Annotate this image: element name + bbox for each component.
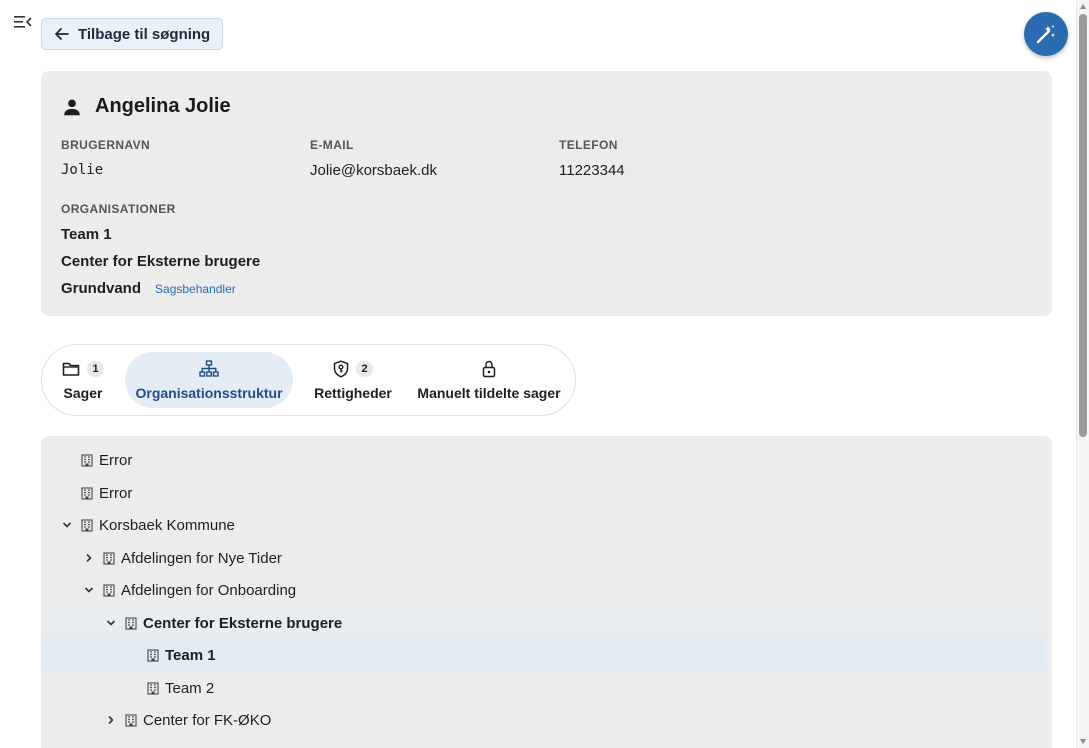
organisation-item: Team 1 <box>61 226 112 243</box>
organisation-item: Grundvand Sagsbehandler <box>61 280 236 297</box>
tab-label: Rettigheder <box>314 385 392 401</box>
email-label: E-MAIL <box>310 138 354 152</box>
back-button-label: Tilbage til søgning <box>78 25 211 43</box>
sidebar-toggle-icon[interactable] <box>14 14 32 30</box>
organisation-tree: Error Error Korsbaek Kommune Afdelingen … <box>41 436 1052 748</box>
chevron-down-icon[interactable] <box>59 517 75 533</box>
username-field: BRUGERNAVN Jolie <box>61 138 150 178</box>
phone-value: 11223344 <box>559 162 625 179</box>
role-badge: Sagsbehandler <box>155 281 236 296</box>
folder-icon <box>62 362 80 376</box>
chevron-right-icon[interactable] <box>103 712 119 728</box>
building-icon <box>81 453 93 467</box>
building-icon <box>81 486 93 500</box>
email-field: E-MAIL Jolie@korsbaek.dk <box>310 138 437 179</box>
user-profile-card: Angelina Jolie BRUGERNAVN Jolie E-MAIL J… <box>41 71 1052 316</box>
tree-node[interactable]: Center for Eksterne brugere <box>41 607 1045 639</box>
org-chart-icon <box>199 360 219 377</box>
user-name: Angelina Jolie <box>95 95 231 117</box>
building-icon <box>125 713 137 727</box>
tab-rettigheder[interactable]: 2 Rettigheder <box>308 352 398 408</box>
tree-node[interactable]: Center for FK-ØKO <box>41 704 1045 736</box>
profile-tabs: 1 Sager Organisationsstruktur 2 Rettighe… <box>41 344 576 416</box>
building-icon <box>103 583 115 597</box>
phone-field: TELEFON 11223344 <box>559 138 625 179</box>
back-to-search-button[interactable]: Tilbage til søgning <box>41 18 224 50</box>
building-icon <box>81 518 93 532</box>
tab-badge: 1 <box>87 361 104 377</box>
magic-wand-icon <box>1036 25 1055 44</box>
building-icon <box>103 551 115 565</box>
user-name-heading: Angelina Jolie <box>61 95 231 118</box>
organisations-section: ORGANISATIONER Team 1 Center for Ekstern… <box>61 202 260 297</box>
organisation-item: Center for Eksterne brugere <box>61 253 261 270</box>
tree-node[interactable]: Error <box>41 444 1045 476</box>
tree-node[interactable]: Afdelingen for Nye Tider <box>41 542 1045 574</box>
arrow-left-icon <box>55 28 69 40</box>
tree-node[interactable]: Korsbaek Kommune <box>41 509 1045 541</box>
chevron-right-icon[interactable] <box>81 550 97 566</box>
building-icon <box>147 681 159 695</box>
tab-manuelt-tildelte-sager[interactable]: Manuelt tildelte sager <box>414 352 564 408</box>
person-icon <box>64 98 80 115</box>
tree-node[interactable]: Team 2 <box>41 672 1045 704</box>
tab-badge: 2 <box>356 361 373 377</box>
username-value: Jolie <box>61 162 104 178</box>
scroll-down-icon[interactable] <box>1080 739 1086 744</box>
tab-organisationsstruktur[interactable]: Organisationsstruktur <box>125 352 293 408</box>
scrollbar-thumb[interactable] <box>1079 14 1087 437</box>
building-icon <box>125 616 137 630</box>
tab-sager[interactable]: 1 Sager <box>56 352 110 408</box>
tab-label: Sager <box>63 385 103 401</box>
tree-node-selected[interactable]: Team 1 <box>41 639 1045 671</box>
magic-wand-button[interactable] <box>1024 12 1068 56</box>
lock-icon <box>482 360 496 378</box>
tab-label: Manuelt tildelte sager <box>417 385 561 401</box>
chevron-down-icon[interactable] <box>103 615 119 631</box>
tree-node[interactable]: Error <box>41 477 1045 509</box>
tree-node[interactable]: Afdelingen for Onboarding <box>41 574 1045 606</box>
chevron-down-icon[interactable] <box>81 582 97 598</box>
tab-label: Organisationsstruktur <box>135 385 283 401</box>
phone-label: TELEFON <box>559 138 618 152</box>
email-value: Jolie@korsbaek.dk <box>310 162 437 179</box>
username-label: BRUGERNAVN <box>61 138 151 152</box>
shield-key-icon <box>333 360 349 378</box>
building-icon <box>147 648 159 662</box>
organisations-label: ORGANISATIONER <box>61 202 176 216</box>
scroll-up-icon[interactable] <box>1080 4 1086 9</box>
page-scrollbar[interactable] <box>1076 0 1089 748</box>
